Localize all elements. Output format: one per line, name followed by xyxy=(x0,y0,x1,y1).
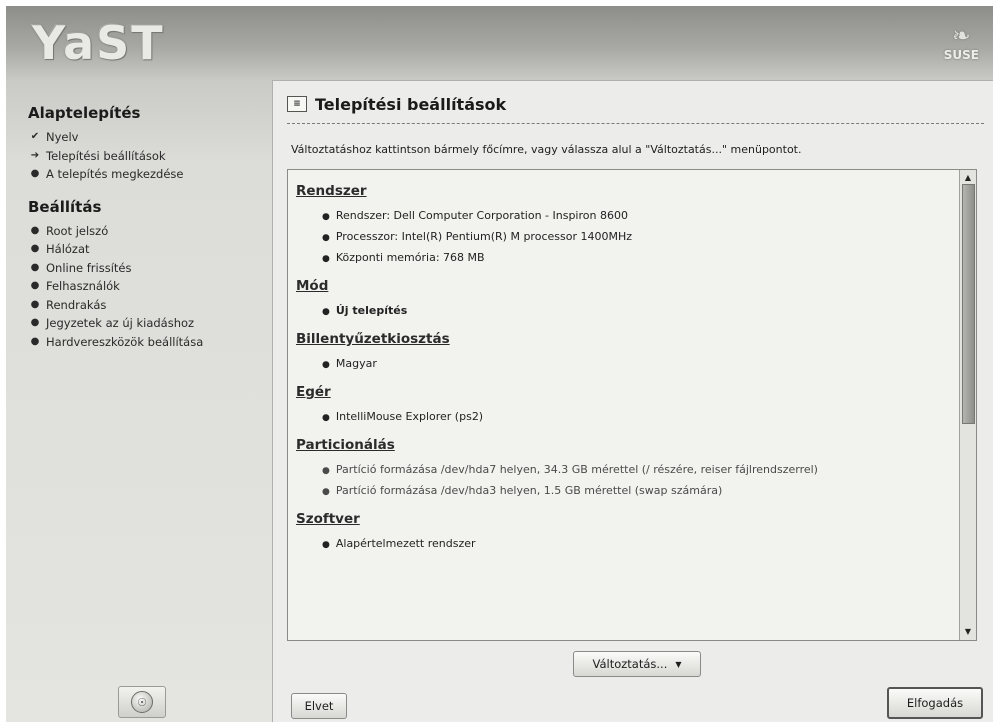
sidebar-item-label: Online frissítés xyxy=(46,260,132,275)
sidebar-list-base-install: ✔ Nyelv ➔ Telepítési beállítások ● A telepí… xyxy=(28,128,268,184)
sidebar-item-label: A telepítés megkezdése xyxy=(46,167,184,181)
settings-summary: Rendszer ● Rendszer: Dell Computer Corpor… xyxy=(287,169,977,641)
list-item-text: Rendszer: Dell Computer Corporation - In… xyxy=(335,209,628,222)
change-menu-label: Változtatás... xyxy=(592,657,668,671)
section-list-software: ● Alapértelmezett rendszer xyxy=(294,534,956,555)
installer-settings-icon: ≡ xyxy=(287,96,307,112)
yast-logo: YaST xyxy=(32,16,165,70)
bullet-icon: ● xyxy=(30,317,40,328)
sidebar-item-label: Hardvereszközök beállítása xyxy=(46,334,204,349)
suse-logo-text: SUSE xyxy=(943,48,979,62)
bullet-icon: ● xyxy=(322,254,330,264)
sidebar-item-cleanup: ● Rendrakás xyxy=(28,296,268,315)
section-link-software[interactable]: Szoftver xyxy=(296,508,956,530)
section-list-mode: ● Új telepítés xyxy=(294,301,956,322)
sidebar-item-hardware-config: ● Hardvereszközök beállítása xyxy=(28,333,268,352)
bullet-icon: ● xyxy=(322,540,330,550)
list-item-text: Új telepítés xyxy=(335,304,408,317)
bullet-icon: ● xyxy=(322,233,330,243)
gecko-icon: ❧ xyxy=(952,24,971,49)
list-item-text: Processzor: Intel(R) Pentium(R) M proces… xyxy=(335,230,632,243)
page-title: ≡ Telepítési beállítások xyxy=(287,91,506,117)
section-list-partitioning: ● Partíció formázása /dev/hda7 helyen, 34… xyxy=(294,460,956,502)
sidebar-item-network: ● Hálózat xyxy=(28,240,268,259)
main-panel: ≡ Telepítési beállítások Változtatáshoz … xyxy=(272,80,993,722)
sidebar-item-label: Felhasználók xyxy=(46,279,120,293)
list-item: ● Alapértelmezett rendszer xyxy=(322,534,956,555)
section-link-mouse[interactable]: Egér xyxy=(296,381,956,403)
check-icon: ✔ xyxy=(30,131,40,142)
sidebar-item-label: Jegyzetek az új kiadáshoz xyxy=(46,316,195,330)
section-list-keyboard: ● Magyar xyxy=(294,354,956,375)
bullet-icon: ● xyxy=(322,360,330,370)
page-title-text: Telepítési beállítások xyxy=(315,94,507,114)
list-item-text: Partíció formázása /dev/hda7 helyen, 34.… xyxy=(335,463,818,476)
scroll-up-icon[interactable]: ▲ xyxy=(962,172,974,184)
bullet-icon: ● xyxy=(30,280,40,291)
globe-icon: ☉ xyxy=(131,691,153,713)
discard-button[interactable]: Elvet xyxy=(291,693,347,719)
help-button[interactable]: ☉ xyxy=(118,686,166,718)
bullet-icon: ● xyxy=(30,168,40,179)
panel-description: Változtatáshoz kattintson bármely főcímr… xyxy=(291,143,802,156)
bullet-icon: ● xyxy=(30,335,40,347)
bullet-icon: ● xyxy=(30,261,40,273)
sidebar-item-label: Root jelszó xyxy=(46,223,109,238)
sidebar: Alaptelepítés ✔ Nyelv ➔ Telepítési beállít… xyxy=(28,104,268,365)
section-list-system: ● Rendszer: Dell Computer Corporation - I… xyxy=(294,206,956,269)
sidebar-item-install-settings: ➔ Telepítési beállítások xyxy=(28,147,268,166)
sidebar-item-label: Telepítési beállítások xyxy=(46,148,166,163)
sidebar-list-config: ● Root jelszó ● Hálózat ● Online frissítés … xyxy=(28,222,268,352)
title-divider xyxy=(287,123,984,124)
sidebar-heading-base-install: Alaptelepítés xyxy=(28,104,141,122)
section-link-mode[interactable]: Mód xyxy=(296,275,956,297)
bullet-icon: ● xyxy=(322,487,330,497)
sidebar-item-language: ✔ Nyelv xyxy=(28,128,268,147)
section-list-mouse: ● IntelliMouse Explorer (ps2) xyxy=(294,407,956,428)
sidebar-item-label: Nyelv xyxy=(46,130,79,144)
sidebar-item-users: ● Felhasználók xyxy=(28,277,268,296)
chevron-down-icon: ▼ xyxy=(675,659,682,669)
sidebar-item-start-install: ● A telepítés megkezdése xyxy=(28,165,268,184)
section-link-partitioning[interactable]: Particionálás xyxy=(296,434,956,456)
arrow-right-icon: ➔ xyxy=(30,149,40,161)
list-item-text: IntelliMouse Explorer (ps2) xyxy=(335,410,484,423)
list-item: ● Partíció formázása /dev/hda7 helyen, 34… xyxy=(322,460,956,481)
list-item-text: Központi memória: 768 MB xyxy=(335,251,485,264)
scrollbar-thumb[interactable] xyxy=(962,184,975,424)
scroll-down-icon[interactable]: ▼ xyxy=(962,626,974,638)
bullet-icon: ● xyxy=(30,298,40,310)
list-item-text: Magyar xyxy=(335,357,377,370)
list-item-text: Alapértelmezett rendszer xyxy=(335,537,476,550)
header-banner: YaST ❧ SUSE xyxy=(6,6,993,80)
bullet-icon: ● xyxy=(322,466,330,476)
section-link-system[interactable]: Rendszer xyxy=(296,180,956,202)
list-item: ● Magyar xyxy=(322,354,956,375)
suse-logo: ❧ SUSE xyxy=(943,24,979,63)
bullet-icon: ● xyxy=(322,413,330,423)
sidebar-item-root-password: ● Root jelszó xyxy=(28,222,268,241)
list-item: ● Processzor: Intel(R) Pentium(R) M proce… xyxy=(322,227,956,248)
vertical-scrollbar[interactable]: ▲ ▼ xyxy=(959,170,976,640)
list-item: ● Partíció formázása /dev/hda3 helyen, 1.… xyxy=(322,481,956,502)
list-item: ● IntelliMouse Explorer (ps2) xyxy=(322,407,956,428)
yast-window: YaST ❧ SUSE Alaptelepítés ✔ Nyelv ➔ Telepí… xyxy=(6,6,993,722)
summary-content: Rendszer ● Rendszer: Dell Computer Corpor… xyxy=(294,174,956,640)
list-item: ● Központi memória: 768 MB xyxy=(322,248,956,269)
list-item: ● Rendszer: Dell Computer Corporation - I… xyxy=(322,206,956,227)
bullet-icon: ● xyxy=(30,224,40,236)
bullet-icon: ● xyxy=(322,212,330,222)
list-item: ● Új telepítés xyxy=(322,301,956,322)
section-link-keyboard[interactable]: Billentyűzetkiosztás xyxy=(296,328,956,350)
accept-button[interactable]: Elfogadás xyxy=(887,687,983,719)
bullet-icon: ● xyxy=(30,243,40,254)
list-item-text: Partíció formázása /dev/hda3 helyen, 1.5… xyxy=(335,484,723,497)
change-menu-button[interactable]: Változtatás... ▼ xyxy=(573,651,701,677)
bullet-icon: ● xyxy=(322,307,330,317)
sidebar-item-release-notes: ● Jegyzetek az új kiadáshoz xyxy=(28,314,268,333)
sidebar-heading-config: Beállítás xyxy=(28,197,102,216)
sidebar-item-label: Rendrakás xyxy=(46,297,107,312)
sidebar-item-label: Hálózat xyxy=(46,242,90,256)
sidebar-item-online-update: ● Online frissítés xyxy=(28,259,268,278)
